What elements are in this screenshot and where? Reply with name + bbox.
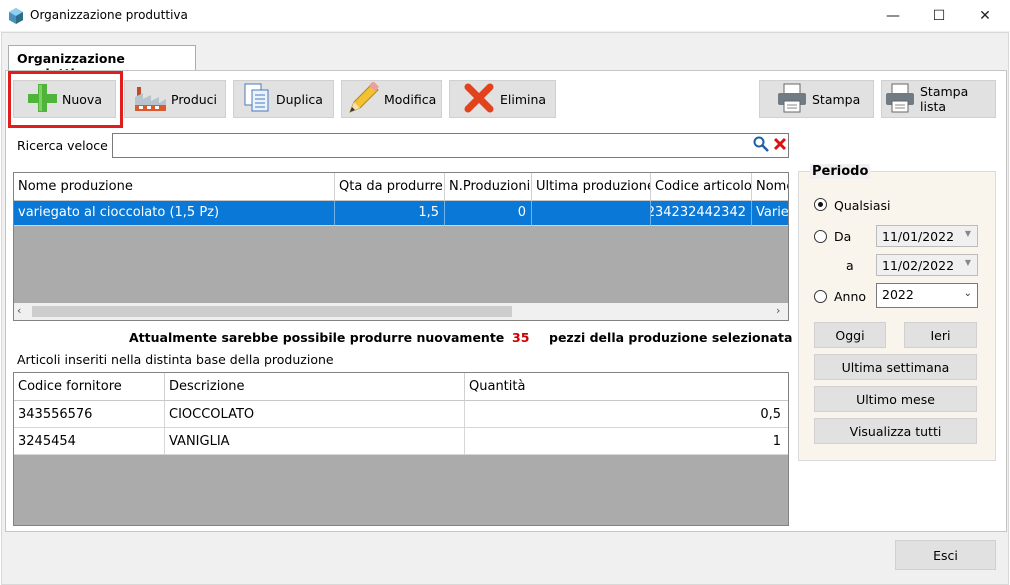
- duplica-button[interactable]: Duplica: [233, 80, 334, 118]
- col-header[interactable]: Descrizione: [165, 373, 465, 401]
- produci-label: Produci: [171, 91, 218, 107]
- cell-nome[interactable]: variegato al cioccolato (1,5 Pz): [14, 201, 335, 226]
- stampa-lista-button[interactable]: Stampa lista: [881, 80, 996, 118]
- col-header[interactable]: Qta da produrre: [335, 173, 445, 201]
- cell-nprod[interactable]: 0: [445, 201, 532, 226]
- minimize-button[interactable]: —: [870, 0, 916, 32]
- dropdown-arrow-icon: ▼: [964, 258, 971, 267]
- cell-quantita[interactable]: 1: [465, 428, 788, 455]
- cell-codice[interactable]: 234232442342: [651, 201, 752, 226]
- elimina-label: Elimina: [500, 91, 547, 107]
- visualizza-tutti-button[interactable]: Visualizza tutti: [814, 418, 977, 444]
- col-header[interactable]: Nome: [752, 173, 788, 201]
- search-icon[interactable]: [753, 136, 769, 156]
- horizontal-scrollbar[interactable]: ‹ ›: [14, 303, 788, 320]
- date-to-value: 11/02/2022: [882, 258, 955, 273]
- status-count: 35: [512, 330, 530, 345]
- search-input[interactable]: [112, 133, 789, 158]
- cell-codice[interactable]: 343556576: [14, 401, 165, 428]
- radio-anno[interactable]: [814, 290, 827, 303]
- window-title: Organizzazione produttiva: [30, 8, 188, 22]
- bom-grid: Codice fornitore Descrizione Quantità 34…: [13, 372, 789, 526]
- chevron-down-icon: ⌄: [963, 288, 972, 299]
- ultimo-mese-button[interactable]: Ultimo mese: [814, 386, 977, 412]
- produci-button[interactable]: Produci: [124, 80, 226, 118]
- cell-quantita[interactable]: 0,5: [465, 401, 788, 428]
- ieri-button[interactable]: Ieri: [904, 322, 977, 348]
- date-from-field[interactable]: 11/01/2022 ▼: [876, 225, 978, 247]
- maximize-button[interactable]: ☐: [916, 0, 962, 32]
- modifica-label: Modifica: [384, 91, 437, 107]
- col-header[interactable]: Quantità: [465, 373, 788, 401]
- delete-icon: [464, 83, 494, 116]
- esci-button[interactable]: Esci: [895, 540, 996, 570]
- stampa-button[interactable]: Stampa: [759, 80, 874, 118]
- ultima-settimana-button[interactable]: Ultima settimana: [814, 354, 977, 380]
- app-icon: [9, 8, 23, 24]
- col-header[interactable]: Ultima produzione: [532, 173, 651, 201]
- scroll-left-icon[interactable]: ‹: [17, 304, 21, 317]
- year-value: 2022: [882, 287, 914, 302]
- radio-da[interactable]: [814, 230, 827, 243]
- status-prefix: Attualmente sarebbe possibile produrre n…: [129, 330, 505, 345]
- highlight-box: [8, 71, 123, 128]
- stampa-label: Stampa: [812, 91, 861, 107]
- pencil-icon: [346, 80, 380, 117]
- qualsiasi-label[interactable]: Qualsiasi: [834, 198, 891, 213]
- stampa-lista-label: Stampa lista: [920, 84, 969, 114]
- tab-organizzazione[interactable]: Organizzazione produttiva: [8, 45, 196, 81]
- cell-descrizione[interactable]: VANIGLIA: [165, 428, 465, 455]
- cell-nome2[interactable]: Varieg: [752, 201, 788, 226]
- modifica-button[interactable]: Modifica: [341, 80, 442, 118]
- col-header[interactable]: Codice articolo: [651, 173, 752, 201]
- search-label: Ricerca veloce: [17, 138, 108, 153]
- cell-codice[interactable]: 3245454: [14, 428, 165, 455]
- date-to-field[interactable]: 11/02/2022 ▼: [876, 254, 978, 276]
- col-header[interactable]: Nome produzione: [14, 173, 335, 201]
- duplica-label: Duplica: [276, 91, 323, 107]
- clear-icon[interactable]: [773, 137, 787, 155]
- anno-label[interactable]: Anno: [834, 289, 866, 304]
- year-select[interactable]: 2022 ⌄: [876, 283, 978, 308]
- title-bar: Organizzazione produttiva — ☐ ✕: [0, 0, 1010, 32]
- factory-icon: [133, 85, 167, 114]
- close-button[interactable]: ✕: [962, 0, 1008, 32]
- date-from-value: 11/01/2022: [882, 229, 955, 244]
- oggi-button[interactable]: Oggi: [814, 322, 886, 348]
- col-header[interactable]: Codice fornitore: [14, 373, 165, 401]
- a-label: a: [846, 258, 854, 273]
- elimina-button[interactable]: Elimina: [449, 80, 556, 118]
- printer-icon: [884, 83, 916, 116]
- productions-grid: Nome produzione Qta da produrre N.Produz…: [13, 172, 789, 321]
- col-header[interactable]: N.Produzioni: [445, 173, 532, 201]
- scroll-right-icon[interactable]: ›: [776, 304, 780, 317]
- status-suffix: pezzi della produzione selezionata: [549, 330, 793, 345]
- period-title: Periodo: [810, 164, 871, 179]
- radio-qualsiasi[interactable]: [814, 198, 827, 211]
- bom-caption: Articoli inseriti nella distinta base de…: [17, 352, 334, 367]
- printer-icon: [776, 83, 808, 116]
- scrollbar-thumb[interactable]: [32, 306, 512, 317]
- cell-qta[interactable]: 1,5: [335, 201, 445, 226]
- cell-descrizione[interactable]: CIOCCOLATO: [165, 401, 465, 428]
- cell-ultima[interactable]: [532, 201, 651, 226]
- dropdown-arrow-icon: ▼: [964, 229, 971, 238]
- da-label[interactable]: Da: [834, 229, 851, 244]
- duplicate-icon: [244, 83, 270, 116]
